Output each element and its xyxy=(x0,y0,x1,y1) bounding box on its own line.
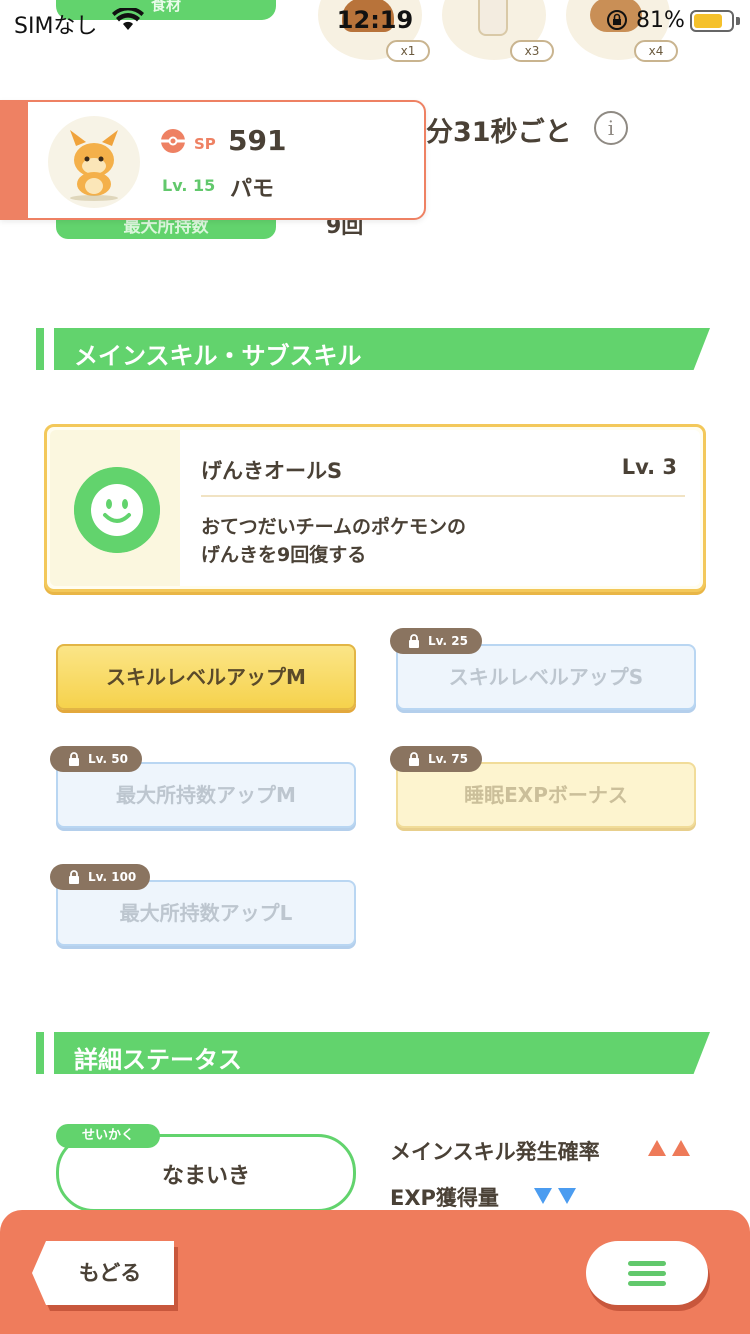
nature-down-stat: EXP獲得量 xyxy=(390,1186,499,1210)
help-frequency: 分31秒ごと xyxy=(426,117,572,148)
hamburger-menu-icon xyxy=(628,1281,666,1286)
lock-level: Lv. 75 xyxy=(428,752,468,766)
back-button-label: もどる xyxy=(78,1261,142,1285)
divider xyxy=(201,495,685,497)
battery-icon xyxy=(690,10,734,32)
lock-badge: Lv. 50 xyxy=(50,746,142,772)
lock-level: Lv. 50 xyxy=(88,752,128,766)
pawmo-sprite-icon xyxy=(70,130,118,201)
status-bar: SIMなし 12:19 81% xyxy=(0,0,750,40)
menu-button[interactable] xyxy=(586,1241,710,1311)
main-skill-level: Lv. 3 xyxy=(621,455,677,479)
section-title-skills: メインスキル・サブスキル xyxy=(74,342,362,370)
main-skill-card[interactable]: げんきオールS Lv. 3 おてつだいチームのポケモンの げんきを9回復する xyxy=(44,424,706,592)
hamburger-menu-icon xyxy=(628,1271,666,1276)
smiley-icon xyxy=(74,467,160,553)
card-accent-edge xyxy=(2,102,28,218)
lock-badge: Lv. 75 xyxy=(390,746,482,772)
info-icon[interactable]: i xyxy=(594,111,628,145)
lock-icon xyxy=(69,752,79,766)
pokeball-icon xyxy=(161,129,185,153)
battery-percent: 81% xyxy=(636,8,685,33)
lock-level: Lv. 25 xyxy=(428,634,468,648)
nature-label: せいかく xyxy=(56,1124,160,1148)
up-arrow-icon xyxy=(672,1140,690,1156)
section-marker xyxy=(36,1032,44,1074)
rotation-lock-icon xyxy=(607,10,627,30)
lock-badge: Lv. 25 xyxy=(390,628,482,654)
pokemon-name: パモ xyxy=(230,177,275,202)
up-arrow-icon xyxy=(648,1140,666,1156)
sp-label: SP xyxy=(194,135,216,153)
lock-icon xyxy=(409,752,419,766)
lock-icon xyxy=(409,634,419,648)
lock-badge: Lv. 100 xyxy=(50,864,151,890)
ingredient-count: x4 xyxy=(634,40,678,62)
main-skill-description: おてつだいチームのポケモンの げんきを9回復する xyxy=(201,516,467,566)
main-skill-icon-panel xyxy=(50,430,180,586)
ingredient-count: x3 xyxy=(510,40,554,62)
sp-value: 591 xyxy=(228,124,287,157)
pokemon-avatar xyxy=(48,116,140,208)
sub-skill-1[interactable]: スキルレベルアップM xyxy=(56,644,356,710)
lock-level: Lv. 100 xyxy=(88,870,137,884)
ingredient-count: x1 xyxy=(386,40,430,62)
main-skill-name: げんきオールS xyxy=(201,459,343,483)
section-marker xyxy=(36,328,44,370)
hamburger-menu-icon xyxy=(628,1261,666,1266)
pokemon-summary-card[interactable]: SP 591 Lv. 15 パモ xyxy=(0,100,426,220)
back-button[interactable]: もどる xyxy=(32,1241,178,1311)
section-title-details: 詳細ステータス xyxy=(74,1046,242,1074)
down-arrow-icon xyxy=(558,1188,576,1204)
battery-nub xyxy=(736,17,740,25)
down-arrow-icon xyxy=(534,1188,552,1204)
nature-up-stat: メインスキル発生確率 xyxy=(390,1140,600,1164)
nature-value: なまいき xyxy=(161,1164,250,1189)
lock-icon xyxy=(69,870,79,884)
pokemon-level: Lv. 15 xyxy=(162,176,216,195)
